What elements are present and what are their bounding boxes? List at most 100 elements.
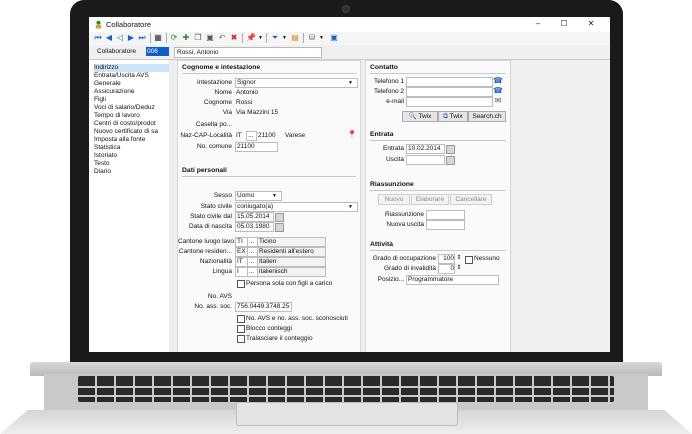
telefono2-field[interactable] <box>406 87 493 97</box>
previous-page-icon[interactable]: ◁ <box>115 33 125 43</box>
toolbar-separator <box>266 33 267 43</box>
map-pin-icon[interactable]: 📍 <box>347 130 357 140</box>
nazionalita-name: Italien <box>257 257 326 267</box>
refresh-icon[interactable]: ⟳ <box>169 33 179 43</box>
calendar-icon[interactable]: ▣ <box>329 33 339 43</box>
filter-icon[interactable]: ⏷ <box>270 33 280 43</box>
nation-lookup-button[interactable]: ... <box>246 131 257 141</box>
uscita-field[interactable] <box>406 155 445 165</box>
data-nascita-field[interactable]: 05.03.1980 <box>235 222 274 232</box>
calendar-picker-icon[interactable] <box>275 213 284 222</box>
last-record-icon[interactable]: ⏭ <box>137 33 147 43</box>
sidebar-item[interactable]: Istoriato <box>94 152 169 160</box>
mail-icon[interactable]: ✉ <box>493 96 503 106</box>
maximize-button[interactable]: ☐ <box>555 18 573 30</box>
cognome-field[interactable]: Rossi <box>235 99 356 107</box>
spinner-icon[interactable]: ⇕ <box>454 253 464 263</box>
database-icon[interactable]: ⛁ <box>307 33 317 43</box>
sidebar-item[interactable]: Generale <box>94 80 169 88</box>
stato-civile-dal-field[interactable]: 15.05.2014 <box>235 212 274 222</box>
chevron-down-icon[interactable]: ▼ <box>272 193 277 199</box>
record-name-field[interactable]: Rossi, Antonio <box>174 47 322 58</box>
sidebar-item[interactable]: ›Imposta alla fonte <box>94 136 169 144</box>
splitter[interactable] <box>169 60 175 352</box>
previous-record-icon[interactable]: ◀ <box>104 33 114 43</box>
close-button[interactable]: ✕ <box>582 18 600 30</box>
sidebar-item[interactable]: ›Nuovo certificato di sa <box>94 128 169 136</box>
nuovo-button[interactable]: Nuovo <box>378 194 410 205</box>
nuova-uscita-label: Nuova uscita <box>386 221 424 228</box>
entrata-field[interactable]: 10.02.2014 <box>406 144 445 154</box>
sidebar-item[interactable]: Centri di costo/prodot <box>94 120 169 128</box>
grado-occupazione-label: Grado di occupazione <box>372 255 436 262</box>
search-ch-button[interactable]: Search.ch <box>468 111 506 122</box>
blocco-checkbox[interactable] <box>237 325 245 333</box>
record-number-field[interactable]: 006 <box>146 47 169 56</box>
pin-dropdown-icon[interactable]: ▼ <box>258 35 263 41</box>
save-icon[interactable]: ▣ <box>205 33 215 43</box>
twix-copy-button[interactable]: ⧉ Twix <box>438 111 468 122</box>
new-record-icon[interactable]: ✚ <box>181 33 191 43</box>
calendar-picker-icon[interactable] <box>275 223 284 232</box>
no-ass-soc-field[interactable]: 756.0449.3748.25 <box>235 302 292 312</box>
chevron-down-icon[interactable]: ▼ <box>348 80 353 86</box>
grid-view-icon[interactable]: ▦ <box>153 33 163 43</box>
sidebar-item[interactable]: Tempo di lavoro <box>94 112 169 120</box>
tralasciare-checkbox[interactable] <box>237 335 245 343</box>
blocco-label: Blocco conteggi <box>246 325 292 332</box>
grado-occupazione-field[interactable]: 100 <box>438 254 455 264</box>
sidebar-item[interactable]: Diario <box>94 168 169 176</box>
intestazione-select[interactable]: Signor <box>235 78 358 88</box>
telefono1-field[interactable] <box>406 77 493 87</box>
sidebar-item-label: Assicurazione <box>94 88 135 95</box>
first-record-icon[interactable]: ⏮ <box>93 33 103 43</box>
spinner-icon[interactable]: ⇕ <box>454 263 464 273</box>
camera-dot <box>342 5 350 13</box>
sidebar-item[interactable]: Entrata/Uscita AVS <box>94 72 169 80</box>
email-field[interactable] <box>406 97 493 107</box>
grado-invalidita-field[interactable]: 0 <box>438 264 455 274</box>
via-field[interactable]: Via Mazzini 15 <box>235 109 356 117</box>
twix-search-button[interactable]: 🔍 Twix <box>402 111 438 122</box>
filter-dropdown-icon[interactable]: ▼ <box>282 35 287 41</box>
tralasciare-label: Tralasciare il conteggio <box>246 335 313 342</box>
riassunzione-field[interactable] <box>426 210 465 220</box>
nome-field[interactable]: Antonio <box>235 89 356 97</box>
toolbar: ⏮ ◀ ◁ ▶ ⏭ ▦ ⟳ ✚ ❐ ▣ ↶ ✖ 📌 ▼ ⏷ ▼ ▤ ⛁ ▼ ▣ <box>89 32 610 46</box>
nuova-uscita-field[interactable] <box>426 220 465 230</box>
minimize-button[interactable]: – <box>529 18 547 30</box>
calendar-picker-icon[interactable] <box>446 156 455 165</box>
chevron-down-icon[interactable]: ▼ <box>348 204 353 210</box>
phone-icon[interactable]: ☎ <box>493 86 503 96</box>
sidebar-item-label: Imposta alla fonte <box>94 136 146 143</box>
no-avs-field[interactable] <box>235 293 296 301</box>
sidebar-item[interactable]: Assicurazione <box>94 88 169 96</box>
casella-field[interactable] <box>235 121 356 129</box>
sidebar-item[interactable]: Figli <box>94 96 169 104</box>
sidebar-item[interactable]: Statistica <box>94 144 169 152</box>
cancellare-button[interactable]: Cancellare <box>450 194 492 205</box>
elaborare-button[interactable]: Elaborare <box>411 194 449 205</box>
pin-icon[interactable]: 📌 <box>246 33 256 43</box>
report-icon[interactable]: ▤ <box>290 33 300 43</box>
nessuno-checkbox[interactable] <box>465 256 473 264</box>
comune-field[interactable]: 21100 <box>235 142 278 152</box>
cap-field[interactable]: 21100 <box>257 132 282 140</box>
sidebar-item[interactable]: Testo <box>94 160 169 168</box>
sidebar-item[interactable]: Voci di salario/Deduz <box>94 104 169 112</box>
sidebar-item[interactable]: Indirizzo <box>94 64 169 72</box>
sconosciuti-checkbox[interactable] <box>237 315 245 323</box>
calendar-picker-icon[interactable] <box>446 145 455 154</box>
nessuno-label: Nessuno <box>474 255 500 262</box>
stato-civile-select[interactable]: coniugato(a) <box>235 202 358 212</box>
copy-icon[interactable]: ❐ <box>193 33 203 43</box>
next-record-icon[interactable]: ▶ <box>126 33 136 43</box>
delete-icon[interactable]: ✖ <box>229 33 239 43</box>
undo-icon[interactable]: ↶ <box>217 33 227 43</box>
nation-code-field[interactable]: IT <box>235 132 246 140</box>
posizione-field[interactable]: Programmatore <box>406 275 499 285</box>
database-dropdown-icon[interactable]: ▼ <box>319 35 324 41</box>
persona-sola-checkbox[interactable] <box>237 280 245 288</box>
phone-icon[interactable]: ☎ <box>493 76 503 86</box>
localita-field[interactable]: Varese <box>284 132 345 140</box>
